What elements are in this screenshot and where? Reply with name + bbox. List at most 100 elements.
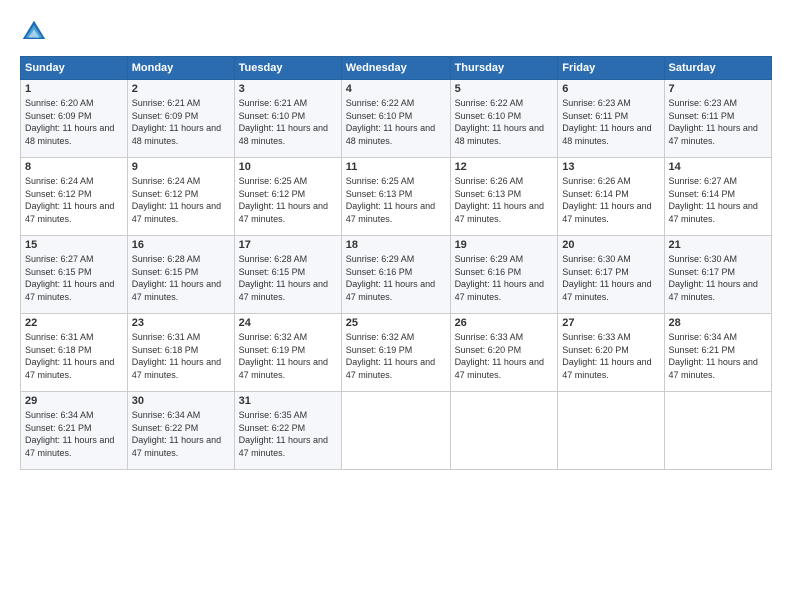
calendar-cell: 4 Sunrise: 6:22 AMSunset: 6:10 PMDaylight… [341, 80, 450, 158]
calendar-cell: 21 Sunrise: 6:30 AMSunset: 6:17 PMDayligh… [664, 236, 771, 314]
day-detail: Sunrise: 6:34 AMSunset: 6:22 PMDaylight:… [132, 409, 230, 459]
day-detail: Sunrise: 6:25 AMSunset: 6:12 PMDaylight:… [239, 175, 337, 225]
day-detail: Sunrise: 6:23 AMSunset: 6:11 PMDaylight:… [669, 97, 767, 147]
day-of-week-header: Wednesday [341, 57, 450, 80]
day-detail: Sunrise: 6:24 AMSunset: 6:12 PMDaylight:… [132, 175, 230, 225]
day-of-week-header: Tuesday [234, 57, 341, 80]
day-number: 11 [346, 161, 446, 173]
day-number: 12 [455, 161, 554, 173]
day-detail: Sunrise: 6:26 AMSunset: 6:14 PMDaylight:… [562, 175, 659, 225]
calendar-cell: 16 Sunrise: 6:28 AMSunset: 6:15 PMDayligh… [127, 236, 234, 314]
day-detail: Sunrise: 6:21 AMSunset: 6:10 PMDaylight:… [239, 97, 337, 147]
day-number: 30 [132, 395, 230, 407]
day-detail: Sunrise: 6:30 AMSunset: 6:17 PMDaylight:… [562, 253, 659, 303]
calendar-cell: 10 Sunrise: 6:25 AMSunset: 6:12 PMDayligh… [234, 158, 341, 236]
day-detail: Sunrise: 6:25 AMSunset: 6:13 PMDaylight:… [346, 175, 446, 225]
day-number: 7 [669, 83, 767, 95]
calendar-cell: 27 Sunrise: 6:33 AMSunset: 6:20 PMDayligh… [558, 314, 664, 392]
calendar-cell: 11 Sunrise: 6:25 AMSunset: 6:13 PMDayligh… [341, 158, 450, 236]
day-number: 23 [132, 317, 230, 329]
calendar-cell: 2Sunrise: 6:21 AMSunset: 6:09 PMDaylight… [127, 80, 234, 158]
calendar-cell: 18 Sunrise: 6:29 AMSunset: 6:16 PMDayligh… [341, 236, 450, 314]
day-number: 18 [346, 239, 446, 251]
calendar-cell [450, 392, 558, 470]
calendar-cell: 8 Sunrise: 6:24 AMSunset: 6:12 PMDaylight… [21, 158, 128, 236]
day-detail: Sunrise: 6:31 AMSunset: 6:18 PMDaylight:… [25, 331, 123, 381]
day-detail: Sunrise: 6:22 AMSunset: 6:10 PMDaylight:… [455, 97, 554, 147]
day-number: 16 [132, 239, 230, 251]
calendar-cell: 28Sunrise: 6:34 AMSunset: 6:21 PMDayligh… [664, 314, 771, 392]
day-number: 17 [239, 239, 337, 251]
day-detail: Sunrise: 6:23 AMSunset: 6:11 PMDaylight:… [562, 97, 659, 147]
calendar-cell: 24 Sunrise: 6:32 AMSunset: 6:19 PMDayligh… [234, 314, 341, 392]
day-detail: Sunrise: 6:32 AMSunset: 6:19 PMDaylight:… [239, 331, 337, 381]
day-detail: Sunrise: 6:28 AMSunset: 6:15 PMDaylight:… [132, 253, 230, 303]
day-number: 1 [25, 83, 123, 95]
calendar-cell: 1Sunrise: 6:20 AMSunset: 6:09 PMDaylight… [21, 80, 128, 158]
calendar-week-row: 1Sunrise: 6:20 AMSunset: 6:09 PMDaylight… [21, 80, 772, 158]
day-detail: Sunrise: 6:33 AMSunset: 6:20 PMDaylight:… [562, 331, 659, 381]
day-detail: Sunrise: 6:27 AMSunset: 6:15 PMDaylight:… [25, 253, 123, 303]
day-number: 24 [239, 317, 337, 329]
calendar-cell: 13 Sunrise: 6:26 AMSunset: 6:14 PMDayligh… [558, 158, 664, 236]
day-number: 13 [562, 161, 659, 173]
calendar-week-row: 22 Sunrise: 6:31 AMSunset: 6:18 PMDayligh… [21, 314, 772, 392]
day-detail: Sunrise: 6:29 AMSunset: 6:16 PMDaylight:… [346, 253, 446, 303]
calendar-cell: 20 Sunrise: 6:30 AMSunset: 6:17 PMDayligh… [558, 236, 664, 314]
day-detail: Sunrise: 6:30 AMSunset: 6:17 PMDaylight:… [669, 253, 767, 303]
day-detail: Sunrise: 6:28 AMSunset: 6:15 PMDaylight:… [239, 253, 337, 303]
day-number: 21 [669, 239, 767, 251]
calendar-cell: 19Sunrise: 6:29 AMSunset: 6:16 PMDayligh… [450, 236, 558, 314]
day-number: 29 [25, 395, 123, 407]
day-number: 4 [346, 83, 446, 95]
day-detail: Sunrise: 6:29 AMSunset: 6:16 PMDaylight:… [455, 253, 554, 303]
day-number: 2 [132, 83, 230, 95]
day-number: 26 [455, 317, 554, 329]
day-detail: Sunrise: 6:22 AMSunset: 6:10 PMDaylight:… [346, 97, 446, 147]
day-number: 15 [25, 239, 123, 251]
calendar-cell: 30 Sunrise: 6:34 AMSunset: 6:22 PMDayligh… [127, 392, 234, 470]
calendar-cell: 22 Sunrise: 6:31 AMSunset: 6:18 PMDayligh… [21, 314, 128, 392]
calendar-cell [341, 392, 450, 470]
day-number: 9 [132, 161, 230, 173]
calendar-week-row: 8 Sunrise: 6:24 AMSunset: 6:12 PMDaylight… [21, 158, 772, 236]
day-detail: Sunrise: 6:33 AMSunset: 6:20 PMDaylight:… [455, 331, 554, 381]
day-number: 14 [669, 161, 767, 173]
day-detail: Sunrise: 6:24 AMSunset: 6:12 PMDaylight:… [25, 175, 123, 225]
calendar-cell [558, 392, 664, 470]
logo [20, 18, 52, 46]
day-of-week-header: Thursday [450, 57, 558, 80]
calendar-cell: 29 Sunrise: 6:34 AMSunset: 6:21 PMDayligh… [21, 392, 128, 470]
day-detail: Sunrise: 6:31 AMSunset: 6:18 PMDaylight:… [132, 331, 230, 381]
day-detail: Sunrise: 6:34 AMSunset: 6:21 PMDaylight:… [669, 331, 767, 381]
day-detail: Sunrise: 6:34 AMSunset: 6:21 PMDaylight:… [25, 409, 123, 459]
day-detail: Sunrise: 6:35 AMSunset: 6:22 PMDaylight:… [239, 409, 337, 459]
day-number: 6 [562, 83, 659, 95]
day-number: 5 [455, 83, 554, 95]
day-number: 27 [562, 317, 659, 329]
day-number: 20 [562, 239, 659, 251]
calendar-week-row: 29 Sunrise: 6:34 AMSunset: 6:21 PMDayligh… [21, 392, 772, 470]
calendar-cell [664, 392, 771, 470]
calendar-week-row: 15 Sunrise: 6:27 AMSunset: 6:15 PMDayligh… [21, 236, 772, 314]
day-number: 31 [239, 395, 337, 407]
day-of-week-header: Friday [558, 57, 664, 80]
calendar-cell: 12 Sunrise: 6:26 AMSunset: 6:13 PMDayligh… [450, 158, 558, 236]
calendar-cell: 23 Sunrise: 6:31 AMSunset: 6:18 PMDayligh… [127, 314, 234, 392]
page: SundayMondayTuesdayWednesdayThursdayFrid… [0, 0, 792, 612]
day-number: 3 [239, 83, 337, 95]
day-detail: Sunrise: 6:26 AMSunset: 6:13 PMDaylight:… [455, 175, 554, 225]
day-number: 8 [25, 161, 123, 173]
calendar-cell: 9 Sunrise: 6:24 AMSunset: 6:12 PMDaylight… [127, 158, 234, 236]
calendar: SundayMondayTuesdayWednesdayThursdayFrid… [20, 56, 772, 470]
calendar-cell: 5 Sunrise: 6:22 AMSunset: 6:10 PMDaylight… [450, 80, 558, 158]
day-number: 22 [25, 317, 123, 329]
calendar-cell: 26 Sunrise: 6:33 AMSunset: 6:20 PMDayligh… [450, 314, 558, 392]
day-number: 10 [239, 161, 337, 173]
calendar-cell: 7 Sunrise: 6:23 AMSunset: 6:11 PMDaylight… [664, 80, 771, 158]
day-detail: Sunrise: 6:27 AMSunset: 6:14 PMDaylight:… [669, 175, 767, 225]
calendar-cell: 17 Sunrise: 6:28 AMSunset: 6:15 PMDayligh… [234, 236, 341, 314]
calendar-cell: 25Sunrise: 6:32 AMSunset: 6:19 PMDayligh… [341, 314, 450, 392]
calendar-cell: 3 Sunrise: 6:21 AMSunset: 6:10 PMDaylight… [234, 80, 341, 158]
days-of-week-row: SundayMondayTuesdayWednesdayThursdayFrid… [21, 57, 772, 80]
